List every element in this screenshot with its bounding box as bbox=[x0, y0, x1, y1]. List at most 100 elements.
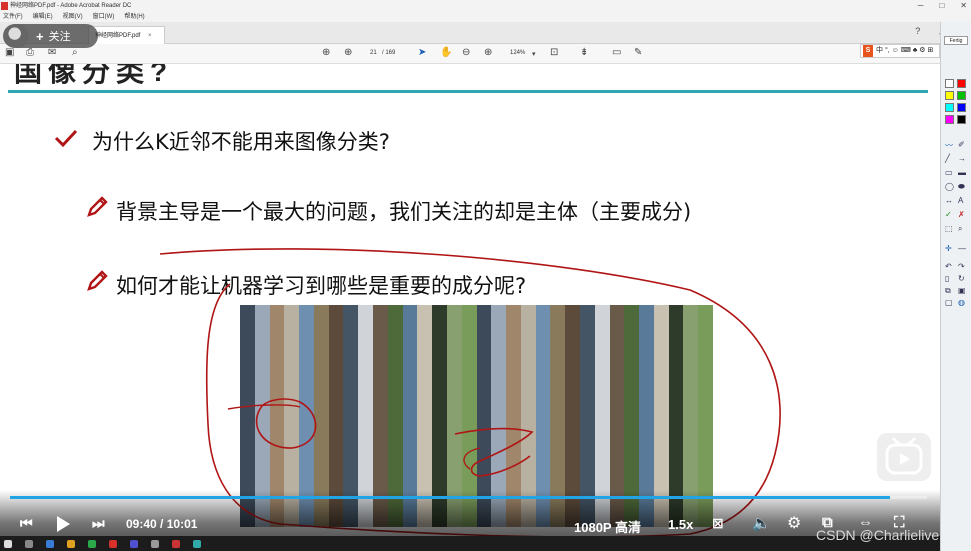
acrobat-icon bbox=[1, 2, 8, 10]
magnify-tool-icon[interactable]: ⌕ bbox=[958, 224, 962, 234]
color-cyan-swatch[interactable] bbox=[945, 103, 954, 112]
copy-icon[interactable]: ⧉ bbox=[945, 286, 951, 296]
cross-tool-icon[interactable]: ✗ bbox=[958, 210, 965, 219]
font-label[interactable]: Fertig bbox=[944, 36, 968, 45]
minus-tool-icon[interactable]: — bbox=[958, 244, 966, 253]
tv-floating-button[interactable] bbox=[877, 433, 931, 481]
comment-icon[interactable]: ▭ bbox=[612, 47, 621, 58]
page-down-icon[interactable]: ⊕ bbox=[344, 47, 352, 58]
taskbar-app-icon[interactable] bbox=[151, 539, 159, 548]
eraser-tool-icon[interactable]: ✐ bbox=[958, 140, 965, 149]
page-icon[interactable]: ▯ bbox=[945, 274, 949, 283]
menu-bar: 文件(F) 编辑(E) 视图(V) 窗口(W) 帮助(H) bbox=[0, 12, 971, 22]
ink-annotation bbox=[159, 248, 781, 538]
color-black-swatch[interactable] bbox=[957, 115, 966, 124]
zoom-level[interactable]: 124% bbox=[510, 50, 525, 56]
move-tool-icon[interactable]: ↔ bbox=[945, 196, 953, 205]
taskbar-app-icon[interactable] bbox=[109, 539, 117, 548]
ellipse-tool-icon[interactable]: ◯ bbox=[945, 182, 954, 191]
color-white-swatch[interactable] bbox=[945, 79, 954, 88]
play-icon[interactable] bbox=[54, 515, 72, 533]
ime-toolbar[interactable]: S 中 °, ☺ ⌨ ♣ ⚙ ⊞ bbox=[860, 44, 940, 58]
plus-icon: + bbox=[36, 28, 44, 44]
select-area-icon[interactable]: ⬚ bbox=[945, 224, 953, 233]
screen-icon[interactable]: ▢ bbox=[945, 298, 953, 307]
menu-file[interactable]: 文件(F) bbox=[3, 12, 23, 22]
color-green-swatch[interactable] bbox=[957, 91, 966, 100]
taskbar-app-icon[interactable] bbox=[88, 539, 96, 548]
tab-close-icon[interactable]: × bbox=[148, 33, 152, 39]
annotation-tool-panel: Fertig 〰 ✐ ╱ → ▭ ▬ ◯ ⬬ ↔ A ✓ ✗ ⬚ ⌕ ✛ — ↶… bbox=[940, 22, 971, 551]
tab-document[interactable]: 神经网络PDF.pdf × bbox=[88, 26, 165, 44]
zoom-dropdown-icon[interactable]: ▾ bbox=[532, 50, 536, 58]
line-tool-icon[interactable]: ╱ bbox=[945, 154, 950, 163]
page-number-input[interactable]: 21 bbox=[370, 50, 377, 56]
watermark: CSDN @Charlielive bbox=[816, 527, 940, 543]
redo-icon[interactable]: ↷ bbox=[958, 262, 965, 271]
ime-logo: S bbox=[863, 45, 873, 57]
help-icon[interactable]: ? bbox=[915, 26, 920, 36]
print-icon[interactable]: ⎙ bbox=[26, 47, 34, 58]
window-title: 神经网络PDF.pdf - Adobe Acrobat Reader DC bbox=[10, 3, 132, 9]
color-magenta-swatch[interactable] bbox=[945, 115, 954, 124]
window-controls: ─ □ ✕ bbox=[918, 0, 967, 12]
zoom-out-icon[interactable]: ⊖ bbox=[462, 47, 470, 58]
pen-tool-icon[interactable]: 〰 bbox=[945, 140, 953, 151]
page-up-icon[interactable]: ⊕ bbox=[322, 47, 330, 58]
reader-toolbar: ▣ ⎙ ✉ ⌕ ⊕ ⊕ 21 / 169 ➤ ✋ ⊖ ⊕ 124% ▾ ⊡ ⇟ … bbox=[0, 44, 940, 64]
menu-edit[interactable]: 编辑(E) bbox=[33, 12, 53, 22]
color-red-swatch[interactable] bbox=[957, 79, 966, 88]
volume-icon[interactable]: 🔈 bbox=[752, 514, 771, 532]
pdf-page: 国像分类? 为什么K近邻不能用来图像分类? 背景主导是一个最大的问题，我们关注的… bbox=[0, 64, 940, 551]
ime-items: 中 °, ☺ ⌨ ♣ ⚙ ⊞ bbox=[876, 47, 934, 54]
refresh-icon[interactable]: ↻ bbox=[958, 274, 965, 283]
maximize-button[interactable]: □ bbox=[939, 0, 944, 12]
search-taskbar-icon[interactable] bbox=[25, 539, 33, 548]
speed-selector[interactable]: 1.5x bbox=[668, 517, 693, 532]
select-tool-icon[interactable]: ➤ bbox=[418, 47, 426, 58]
quality-selector[interactable]: 1080P 高清 bbox=[574, 517, 641, 536]
filled-rect-tool-icon[interactable]: ▬ bbox=[958, 168, 966, 177]
menu-view[interactable]: 视图(V) bbox=[63, 12, 83, 22]
menu-window[interactable]: 窗口(W) bbox=[93, 12, 115, 22]
minimize-button[interactable]: ─ bbox=[918, 0, 924, 12]
rect-tool-icon[interactable]: ▭ bbox=[945, 168, 953, 177]
save-icon[interactable]: ▣ bbox=[5, 47, 14, 58]
progress-fill bbox=[10, 496, 891, 499]
globe-icon[interactable]: ◍ bbox=[958, 298, 965, 307]
start-icon[interactable] bbox=[4, 539, 12, 548]
settings-gear-icon[interactable]: ⚙ bbox=[787, 513, 801, 533]
follow-button[interactable]: + 关注 bbox=[3, 24, 98, 48]
fit-page-icon[interactable]: ⊡ bbox=[550, 47, 558, 58]
filled-ellipse-tool-icon[interactable]: ⬬ bbox=[958, 182, 965, 192]
scroll-mode-icon[interactable]: ⇟ bbox=[580, 47, 588, 58]
danmaku-off-icon[interactable]: ⊠ bbox=[712, 515, 724, 532]
text-tool-icon[interactable]: A bbox=[958, 196, 963, 205]
zoom-in-icon[interactable]: ⊕ bbox=[484, 47, 492, 58]
color-yellow-swatch[interactable] bbox=[945, 91, 954, 100]
taskbar-app-icon[interactable] bbox=[67, 539, 75, 548]
close-window-button[interactable]: ✕ bbox=[960, 0, 967, 12]
menu-help[interactable]: 帮助(H) bbox=[124, 12, 144, 22]
email-icon[interactable]: ✉ bbox=[48, 47, 56, 58]
progress-bar[interactable] bbox=[10, 496, 927, 499]
window-titlebar: 神经网络PDF.pdf - Adobe Acrobat Reader DC ─ … bbox=[0, 0, 971, 12]
taskbar-app-icon[interactable] bbox=[172, 539, 180, 548]
save-tool-icon[interactable]: ▣ bbox=[958, 286, 966, 295]
previous-icon[interactable]: ⏮ bbox=[20, 515, 33, 532]
taskbar-app-icon[interactable] bbox=[193, 539, 201, 548]
time-separator: / bbox=[160, 517, 164, 531]
next-icon[interactable]: ⏭ bbox=[92, 515, 105, 532]
page-total: / 169 bbox=[382, 50, 396, 56]
color-blue-swatch[interactable] bbox=[957, 103, 966, 112]
hand-tool-icon[interactable]: ✋ bbox=[440, 47, 452, 58]
crosshair-tool-icon[interactable]: ✛ bbox=[945, 244, 952, 253]
taskbar-app-icon[interactable] bbox=[130, 539, 138, 548]
sign-icon[interactable]: ✎ bbox=[634, 47, 642, 58]
tv-play-icon bbox=[885, 437, 923, 475]
check-tool-icon[interactable]: ✓ bbox=[945, 210, 952, 219]
undo-icon[interactable]: ↶ bbox=[945, 262, 952, 271]
taskbar-app-icon[interactable] bbox=[46, 539, 54, 548]
arrow-tool-icon[interactable]: → bbox=[958, 154, 966, 163]
find-icon[interactable]: ⌕ bbox=[72, 47, 78, 58]
